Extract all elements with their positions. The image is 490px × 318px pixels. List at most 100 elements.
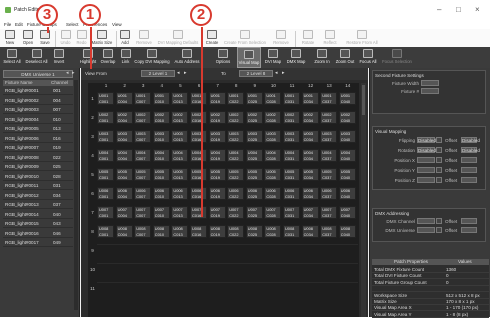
create-button[interactable]: Create <box>204 29 220 49</box>
fixture-cell[interactable]: U003 C028 <box>264 130 282 143</box>
fixture-cell[interactable]: U002 C022 <box>227 111 245 124</box>
mapping-offset-input[interactable]: Disabled <box>461 147 480 153</box>
undo-button[interactable]: Undo <box>58 29 73 49</box>
fixture-cell[interactable]: U007 C037 <box>320 206 338 219</box>
fixture-cell[interactable]: U001 C031 <box>283 92 300 105</box>
fixture-cell[interactable]: U003 C013 <box>171 130 189 143</box>
fixture-cell[interactable]: U004 C028 <box>264 149 282 162</box>
fixture-row[interactable]: RGB_light#0006 016 <box>3 135 73 143</box>
fixture-cell[interactable]: U005 C037 <box>320 168 338 181</box>
fixture-cell[interactable]: U004 C019 <box>208 149 226 162</box>
dmx-map-button[interactable]: DMX Map <box>285 47 307 68</box>
fixture-cell[interactable]: U007 C004 <box>115 206 133 219</box>
add-button[interactable]: Add <box>118 29 132 49</box>
fixture-cell[interactable]: U006 C040 <box>338 187 356 200</box>
restore-from-all-button[interactable]: Restore From All <box>342 29 382 49</box>
overlap-button[interactable]: Overlap <box>99 47 117 68</box>
new-button[interactable]: New <box>2 29 18 49</box>
dvi-mapping-defaults-button[interactable]: DVI Mapping Defaults <box>156 29 200 49</box>
fixture-cell[interactable]: U004 C004 <box>115 149 133 162</box>
fixture-cell[interactable]: U003 C031 <box>283 130 300 143</box>
next-universe-icon[interactable]: ▸ <box>72 70 78 77</box>
fixture-cell[interactable]: U008 C025 <box>245 225 263 238</box>
mapping-offset-input[interactable]: Disabled <box>461 137 480 143</box>
zoom-in-button[interactable]: Zoom In <box>312 47 332 68</box>
fixture-cell[interactable]: U003 C007 <box>134 130 152 143</box>
fixture-cell[interactable]: U002 C025 <box>245 111 263 124</box>
view-to-select[interactable]: 2 Level 8 <box>239 70 273 77</box>
menu-view[interactable]: View <box>112 22 122 27</box>
fixture-cell[interactable]: U005 C016 <box>190 168 207 181</box>
fixture-cell[interactable]: U001 C004 <box>115 92 133 105</box>
fixture-cell[interactable]: U004 C016 <box>190 149 207 162</box>
fixture-cell[interactable]: U004 C040 <box>338 149 356 162</box>
fixture-cell[interactable]: U007 C019 <box>208 206 226 219</box>
fixture-row[interactable]: RGB_light#0008 022 <box>3 154 73 162</box>
fixture-cell[interactable]: U008 C034 <box>301 225 319 238</box>
fixture-cell[interactable]: U002 C019 <box>208 111 226 124</box>
fixture-cell[interactable]: U003 C016 <box>190 130 207 143</box>
select-all-button[interactable]: Select All <box>1 47 23 68</box>
fixture-cell[interactable]: U005 C031 <box>283 168 300 181</box>
fixture-cell[interactable]: U006 C010 <box>152 187 170 200</box>
fixture-cell[interactable]: U006 C001 <box>97 187 114 200</box>
fixture-cell[interactable]: U007 C010 <box>152 206 170 219</box>
fixture-cell[interactable]: U006 C025 <box>245 187 263 200</box>
remove-button[interactable]: Remove <box>134 29 154 49</box>
mapping-offset-input[interactable] <box>461 157 477 163</box>
fixture-cell[interactable]: U003 C019 <box>208 130 226 143</box>
fixture-row[interactable]: RGB_light#0010 028 <box>3 173 73 181</box>
mapping-field-spinner[interactable] <box>436 137 442 143</box>
fixture-cell[interactable]: U004 C010 <box>152 149 170 162</box>
fixture-cell[interactable]: U001 C013 <box>171 92 189 105</box>
col-fixture-name[interactable]: Fixture Name <box>5 80 33 85</box>
fixture-cell[interactable]: U003 C040 <box>338 130 356 143</box>
fixture-cell[interactable]: U002 C007 <box>134 111 152 124</box>
fixture-row[interactable]: RGB_light#0014 040 <box>3 211 73 219</box>
fixture-row[interactable]: RGB_light#0002 004 <box>3 97 73 105</box>
mapping-field-spinner[interactable] <box>436 157 442 163</box>
fixture-cell[interactable]: U002 C013 <box>171 111 189 124</box>
auto-address-button[interactable]: Auto Address <box>171 47 203 68</box>
fixture-row[interactable]: RGB_light#0003 007 <box>3 106 73 114</box>
fixture-cell[interactable]: U008 C028 <box>264 225 282 238</box>
fixture-cell[interactable]: U008 C031 <box>283 225 300 238</box>
fixture-cell[interactable]: U002 C004 <box>115 111 133 124</box>
fixture-cell[interactable]: U002 C040 <box>338 111 356 124</box>
fixture-cell[interactable]: U005 C013 <box>171 168 189 181</box>
highlight-button[interactable]: Highlight <box>78 47 98 68</box>
fixture-row[interactable]: RGB_light#0011 031 <box>3 182 73 190</box>
fixture-row[interactable]: RGB_light#0001 001 <box>3 87 73 95</box>
fixture-cell[interactable]: U005 C040 <box>338 168 356 181</box>
fixture-cell[interactable]: U006 C031 <box>283 187 300 200</box>
mapping-offset-input[interactable] <box>461 177 477 183</box>
mapping-field-input[interactable] <box>417 177 435 183</box>
view-to-next-icon[interactable]: ▸ <box>282 70 288 77</box>
fixture-cell[interactable]: U004 C013 <box>171 149 189 162</box>
fixture-cell[interactable]: U005 C004 <box>115 168 133 181</box>
mapping-field-spinner[interactable] <box>436 177 442 183</box>
fixture-cell[interactable]: U002 C001 <box>97 111 114 124</box>
fixture-cell[interactable]: U008 C022 <box>227 225 245 238</box>
close-button[interactable]: × <box>475 5 480 14</box>
fixture-cell[interactable]: U007 C025 <box>245 206 263 219</box>
fixture-cell[interactable]: U003 C010 <box>152 130 170 143</box>
fixture-cell[interactable]: U002 C034 <box>301 111 319 124</box>
fixture-cell[interactable]: U001 C001 <box>97 92 114 105</box>
dmx-channel-input[interactable] <box>417 218 435 224</box>
fixture-cell[interactable]: U006 C028 <box>264 187 282 200</box>
fixture-cell[interactable]: U006 C004 <box>115 187 133 200</box>
fixture-cell[interactable]: U006 C007 <box>134 187 152 200</box>
fixture-cell[interactable]: U008 C016 <box>190 225 207 238</box>
fixture-cell[interactable]: U001 C028 <box>264 92 282 105</box>
fixture-cell[interactable]: U004 C001 <box>97 149 114 162</box>
fixture-cell[interactable]: U002 C031 <box>283 111 300 124</box>
deselect-all-button[interactable]: Deselect All <box>24 47 49 68</box>
fixture-cell[interactable]: U004 C031 <box>283 149 300 162</box>
fixture-cell[interactable]: U001 C037 <box>320 92 338 105</box>
remove-group-button[interactable]: Remove <box>270 29 292 49</box>
menu-edit[interactable]: Edit <box>15 22 23 27</box>
fixture-row[interactable]: RGB_light#0004 010 <box>3 116 73 124</box>
fixture-cell[interactable]: U007 C040 <box>338 206 356 219</box>
fixture-cell[interactable]: U004 C007 <box>134 149 152 162</box>
